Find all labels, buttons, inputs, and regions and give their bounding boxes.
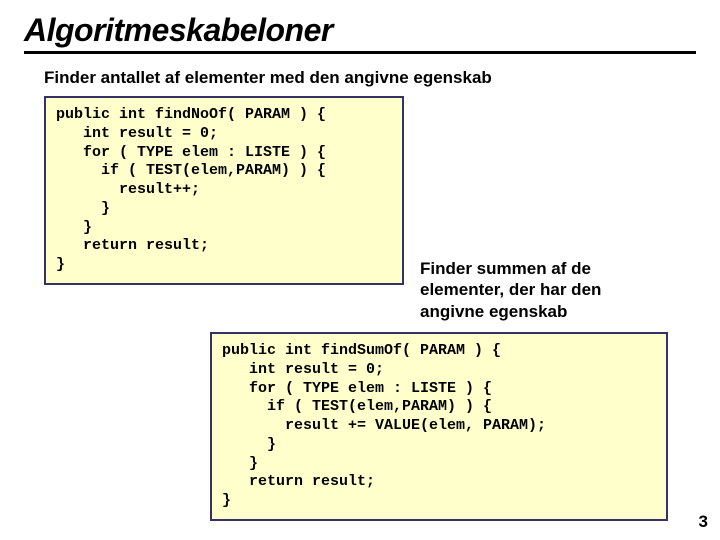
slide-title: Algoritmeskabeloner xyxy=(24,12,696,54)
subtitle-sum: Finder summen af de elementer, der har d… xyxy=(420,258,670,322)
subtitle-count: Finder antallet af elementer med den ang… xyxy=(44,68,696,88)
page-number: 3 xyxy=(699,512,708,532)
code-block-findnoof: public int findNoOf( PARAM ) { int resul… xyxy=(44,96,404,285)
code-block-findsumof: public int findSumOf( PARAM ) { int resu… xyxy=(210,332,668,521)
